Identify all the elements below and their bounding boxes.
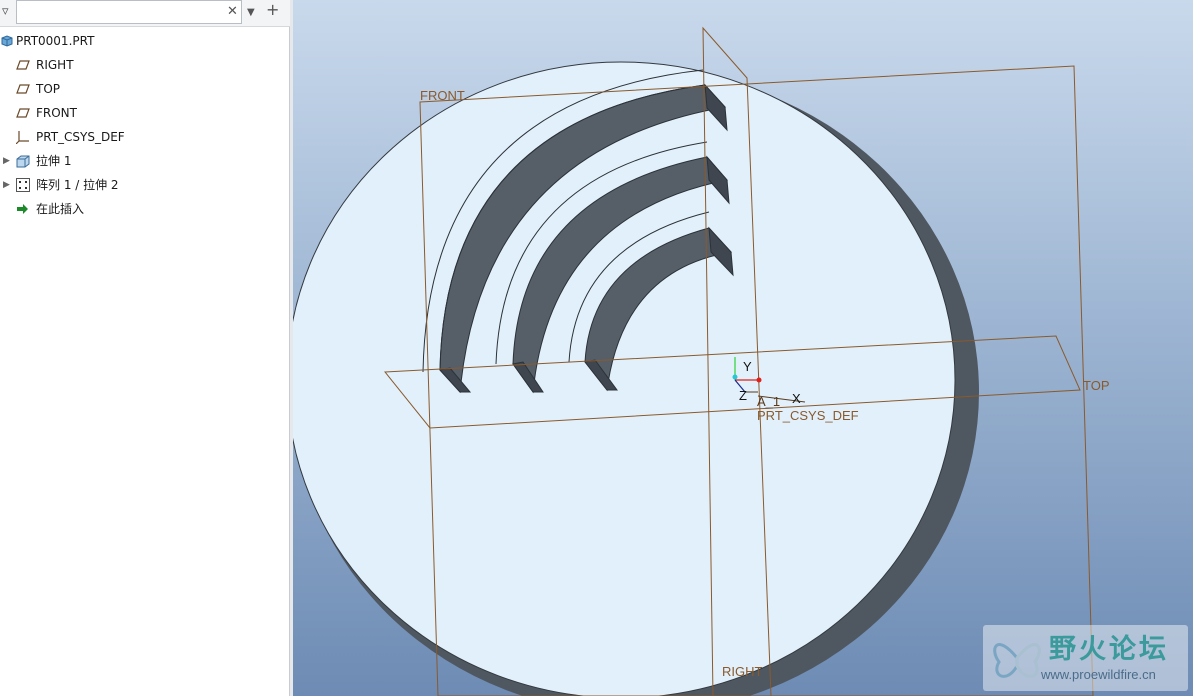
datum-plane-icon [16,108,30,118]
tree-item-top-plane[interactable]: TOP [0,78,290,100]
tree-item-front-plane[interactable]: FRONT [0,102,290,124]
watermark-url: www.proewildfire.cn [1041,667,1156,682]
tree-item-label: PRT0001.PRT [16,34,95,48]
tree-item-insert-here[interactable]: 在此插入 [0,198,290,220]
datum-plane-icon [16,60,30,70]
forum-watermark: 野火论坛 www.proewildfire.cn [983,625,1188,691]
tree-item-pattern-1[interactable]: ▶ 阵列 1 / 拉伸 2 [0,174,290,196]
tree-filter-bar: ▿ ✕ ▼ + [0,0,290,27]
x-axis-label: X [792,391,801,406]
tree-item-label: PRT_CSYS_DEF [36,130,125,144]
tree-item-label: FRONT [36,106,77,120]
filter-icon[interactable]: ▿ [2,4,9,20]
z-axis-label: Z [739,388,747,403]
watermark-title: 野火论坛 [1049,634,1169,665]
clear-search-icon[interactable]: ✕ [227,4,238,20]
extrude-icon [16,155,30,168]
add-icon[interactable]: + [266,2,279,18]
tree-item-csys[interactable]: PRT_CSYS_DEF [0,126,290,148]
model-graphics [293,26,1094,696]
y-axis-label: Y [743,359,752,374]
tree-item-label: TOP [36,82,61,96]
insert-here-arrow-icon [17,204,28,214]
tree-item-label: 在此插入 [36,202,85,216]
expand-arrow-icon[interactable]: ▶ [3,174,10,196]
right-plane-label: RIGHT [722,664,763,679]
tree-item-right-plane[interactable]: RIGHT [0,54,290,76]
graphics-viewport[interactable]: FRONT TOP RIGHT PRT_CSYS_DEF A_1 Y Z X 野… [293,0,1193,696]
tree-item-part[interactable]: PRT0001.PRT [0,30,290,52]
model-tree-panel: ▿ ✕ ▼ + PRT0001.PRT RIGHT TOP FRONT PRT_… [0,0,290,696]
tree-item-label: 阵列 1 / 拉伸 2 [36,178,119,192]
butterfly-logo-icon [993,643,1041,678]
disc-face [293,61,956,696]
tree-search-input[interactable] [16,0,242,24]
csys-icon [16,131,29,144]
tree-item-label: 拉伸 1 [36,154,72,168]
settings-dropdown-icon[interactable]: ▼ [247,5,255,21]
tree-item-extrude-1[interactable]: ▶ 拉伸 1 [0,150,290,172]
pattern-icon [16,178,30,192]
expand-arrow-icon[interactable]: ▶ [3,150,10,172]
csys-label: PRT_CSYS_DEF [757,408,859,423]
top-plane-label: TOP [1083,378,1110,393]
part-icon [1,35,13,47]
axis-annotation-label: A_1 [757,394,781,409]
datum-plane-icon [16,84,30,94]
front-plane-label: FRONT [420,88,465,103]
tree-item-label: RIGHT [36,58,74,72]
